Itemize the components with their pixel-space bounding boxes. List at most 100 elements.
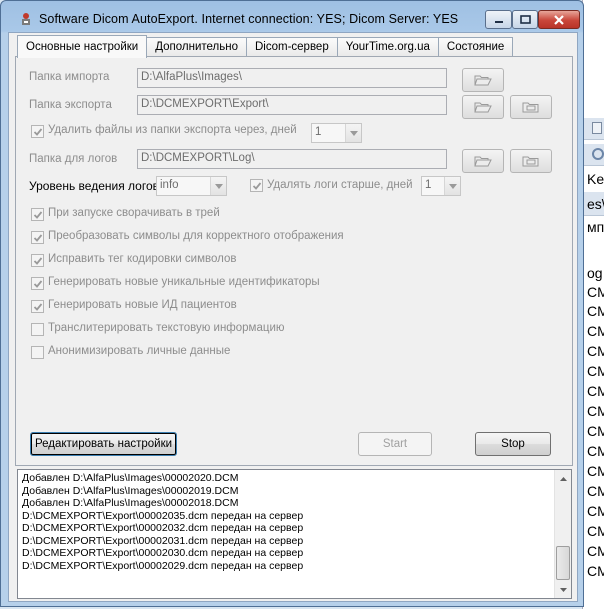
- option-label: Преобразовать символы для корректного от…: [48, 230, 344, 242]
- option-label: Анонимизировать личные данные: [48, 345, 231, 357]
- browse-export-button[interactable]: [462, 95, 504, 119]
- bg-row: CM: [587, 303, 604, 319]
- log-line: Добавлен D:\AlfaPlus\Images\00002018.DCM: [22, 497, 239, 509]
- delete-files-checkbox[interactable]: [31, 125, 44, 138]
- arrow-down-icon: [559, 587, 567, 592]
- scroll-thumb[interactable]: [556, 546, 570, 580]
- check-icon: [33, 234, 43, 242]
- bg-row: CM: [587, 463, 604, 479]
- bg-row: og: [587, 265, 603, 281]
- close-button[interactable]: [538, 10, 580, 29]
- main-settings-panel: Папка импорта D:\AlfaPlus\Images\ Папка …: [15, 56, 573, 466]
- main-window: Software Dicom AutoExport. Internet conn…: [0, 0, 584, 607]
- folder-open-icon: [474, 156, 492, 167]
- chevron-down-icon: [448, 183, 457, 189]
- log-line: D:\DCMEXPORT\Export\00002032.dcm передан…: [22, 522, 304, 534]
- background-window: Ke es\ мп og CM CM CM CM CM CM CM CM CM …: [582, 0, 604, 609]
- tab-dicom-server[interactable]: Dicom-сервер: [245, 37, 338, 57]
- bg-row: CM: [587, 343, 604, 359]
- check-icon: [33, 280, 43, 288]
- option-label: Генерировать новые уникальные идентифика…: [48, 276, 320, 288]
- folder-open-icon: [474, 102, 492, 113]
- delete-logs-days-select[interactable]: 1: [421, 176, 461, 196]
- client-area: Основные настройки Дополнительно Dicom-с…: [8, 32, 578, 602]
- option-checkbox[interactable]: [31, 346, 44, 359]
- export-folder-field[interactable]: D:\DCMEXPORT\Export\: [137, 95, 447, 115]
- log-scrollbar[interactable]: [554, 470, 571, 598]
- bg-row: CM: [587, 363, 604, 379]
- bg-row: мп: [587, 219, 604, 235]
- maximize-button[interactable]: [512, 10, 538, 29]
- log-line: D:\DCMEXPORT\Export\00002029.dcm передан…: [22, 559, 304, 572]
- option-label: Генерировать новые ИД пациентов: [48, 299, 237, 311]
- maximize-icon: [519, 15, 531, 24]
- log-line: Добавлен D:\AlfaPlus\Images\00002020.DCM: [22, 472, 239, 484]
- option-checkbox[interactable]: [31, 208, 44, 221]
- bg-row: CM: [587, 503, 604, 519]
- log-level-label: Уровень ведения логов: [29, 179, 160, 193]
- edit-settings-button[interactable]: Редактировать настройки: [30, 432, 177, 456]
- open-log-folder-button[interactable]: [510, 149, 552, 173]
- stop-button[interactable]: Stop: [475, 432, 551, 456]
- log-lines: Добавлен D:\AlfaPlus\Images\00002020.DCM…: [22, 472, 552, 572]
- bg-row: CM: [587, 323, 604, 339]
- chevron-down-icon: [214, 183, 223, 189]
- log-line: Добавлен D:\AlfaPlus\Images\00002019.DCM: [22, 484, 239, 497]
- log-line: D:\DCMEXPORT\Export\00002030.dcm передан…: [22, 547, 304, 559]
- bg-row: CM: [587, 563, 604, 579]
- tab-status[interactable]: Состояние: [437, 37, 514, 57]
- log-line: D:\DCMEXPORT\Export\00002031.dcm передан…: [22, 534, 304, 547]
- folder-open-icon: [474, 75, 492, 86]
- bg-row: CM: [587, 383, 604, 399]
- browse-import-button[interactable]: [462, 68, 504, 92]
- scroll-down-button[interactable]: [555, 581, 571, 598]
- app-icon: [22, 13, 30, 25]
- option-checkbox[interactable]: [31, 231, 44, 244]
- import-folder-label: Папка импорта: [29, 71, 110, 83]
- option-label: При запуске сворачивать в трей: [48, 207, 220, 219]
- export-folder-label: Папка экспорта: [29, 99, 112, 111]
- log-output[interactable]: Добавлен D:\AlfaPlus\Images\00002020.DCM…: [17, 469, 572, 599]
- log-line: D:\DCMEXPORT\Export\00002035.dcm передан…: [22, 509, 304, 522]
- delete-files-label: Удалить файлы из папки экспорта через, д…: [48, 124, 297, 136]
- tab-strip: Основные настройки Дополнительно Dicom-с…: [17, 35, 514, 58]
- title-bar[interactable]: Software Dicom AutoExport. Internet conn…: [1, 1, 583, 31]
- option-checkbox[interactable]: [31, 277, 44, 290]
- open-export-folder-button[interactable]: [510, 95, 552, 119]
- delete-logs-days-value: 1: [425, 179, 432, 191]
- bg-row: CM: [587, 403, 604, 419]
- option-label: Транслитерировать текстовую информацию: [48, 322, 285, 334]
- import-folder-field[interactable]: D:\AlfaPlus\Images\: [137, 68, 447, 88]
- bg-row: CM: [587, 523, 604, 539]
- check-icon: [33, 211, 43, 219]
- delete-files-days-select[interactable]: 1: [311, 123, 362, 143]
- tab-main-settings[interactable]: Основные настройки: [17, 35, 148, 58]
- scroll-up-button[interactable]: [555, 470, 571, 487]
- doc-icon: [592, 122, 602, 134]
- browse-log-button[interactable]: [462, 149, 504, 173]
- check-icon: [33, 303, 43, 311]
- bg-row: CM: [587, 443, 604, 459]
- check-icon: [33, 257, 43, 265]
- option-label: Исправить тег кодировки символов: [48, 253, 237, 265]
- bg-row: CM: [587, 284, 604, 300]
- bg-row: Ke: [587, 171, 604, 187]
- option-checkbox[interactable]: [31, 323, 44, 336]
- tab-yourtime[interactable]: YourTime.org.ua: [336, 37, 439, 57]
- bg-row: es\: [587, 196, 604, 212]
- chevron-down-icon: [349, 130, 358, 136]
- log-level-select[interactable]: info: [156, 176, 227, 196]
- globe-icon: [592, 148, 604, 160]
- tab-additional[interactable]: Дополнительно: [146, 37, 247, 57]
- log-level-value: info: [160, 179, 179, 191]
- minimize-button[interactable]: [485, 10, 512, 29]
- delete-logs-checkbox[interactable]: [250, 179, 263, 192]
- start-button[interactable]: Start: [358, 432, 432, 456]
- option-checkbox[interactable]: [31, 254, 44, 267]
- minimize-icon: [494, 20, 503, 23]
- log-folder-field[interactable]: D:\DCMEXPORT\Log\: [137, 149, 447, 169]
- bg-row: CM: [587, 483, 604, 499]
- window-title: Software Dicom AutoExport. Internet conn…: [39, 12, 459, 26]
- check-icon: [252, 182, 262, 190]
- option-checkbox[interactable]: [31, 300, 44, 313]
